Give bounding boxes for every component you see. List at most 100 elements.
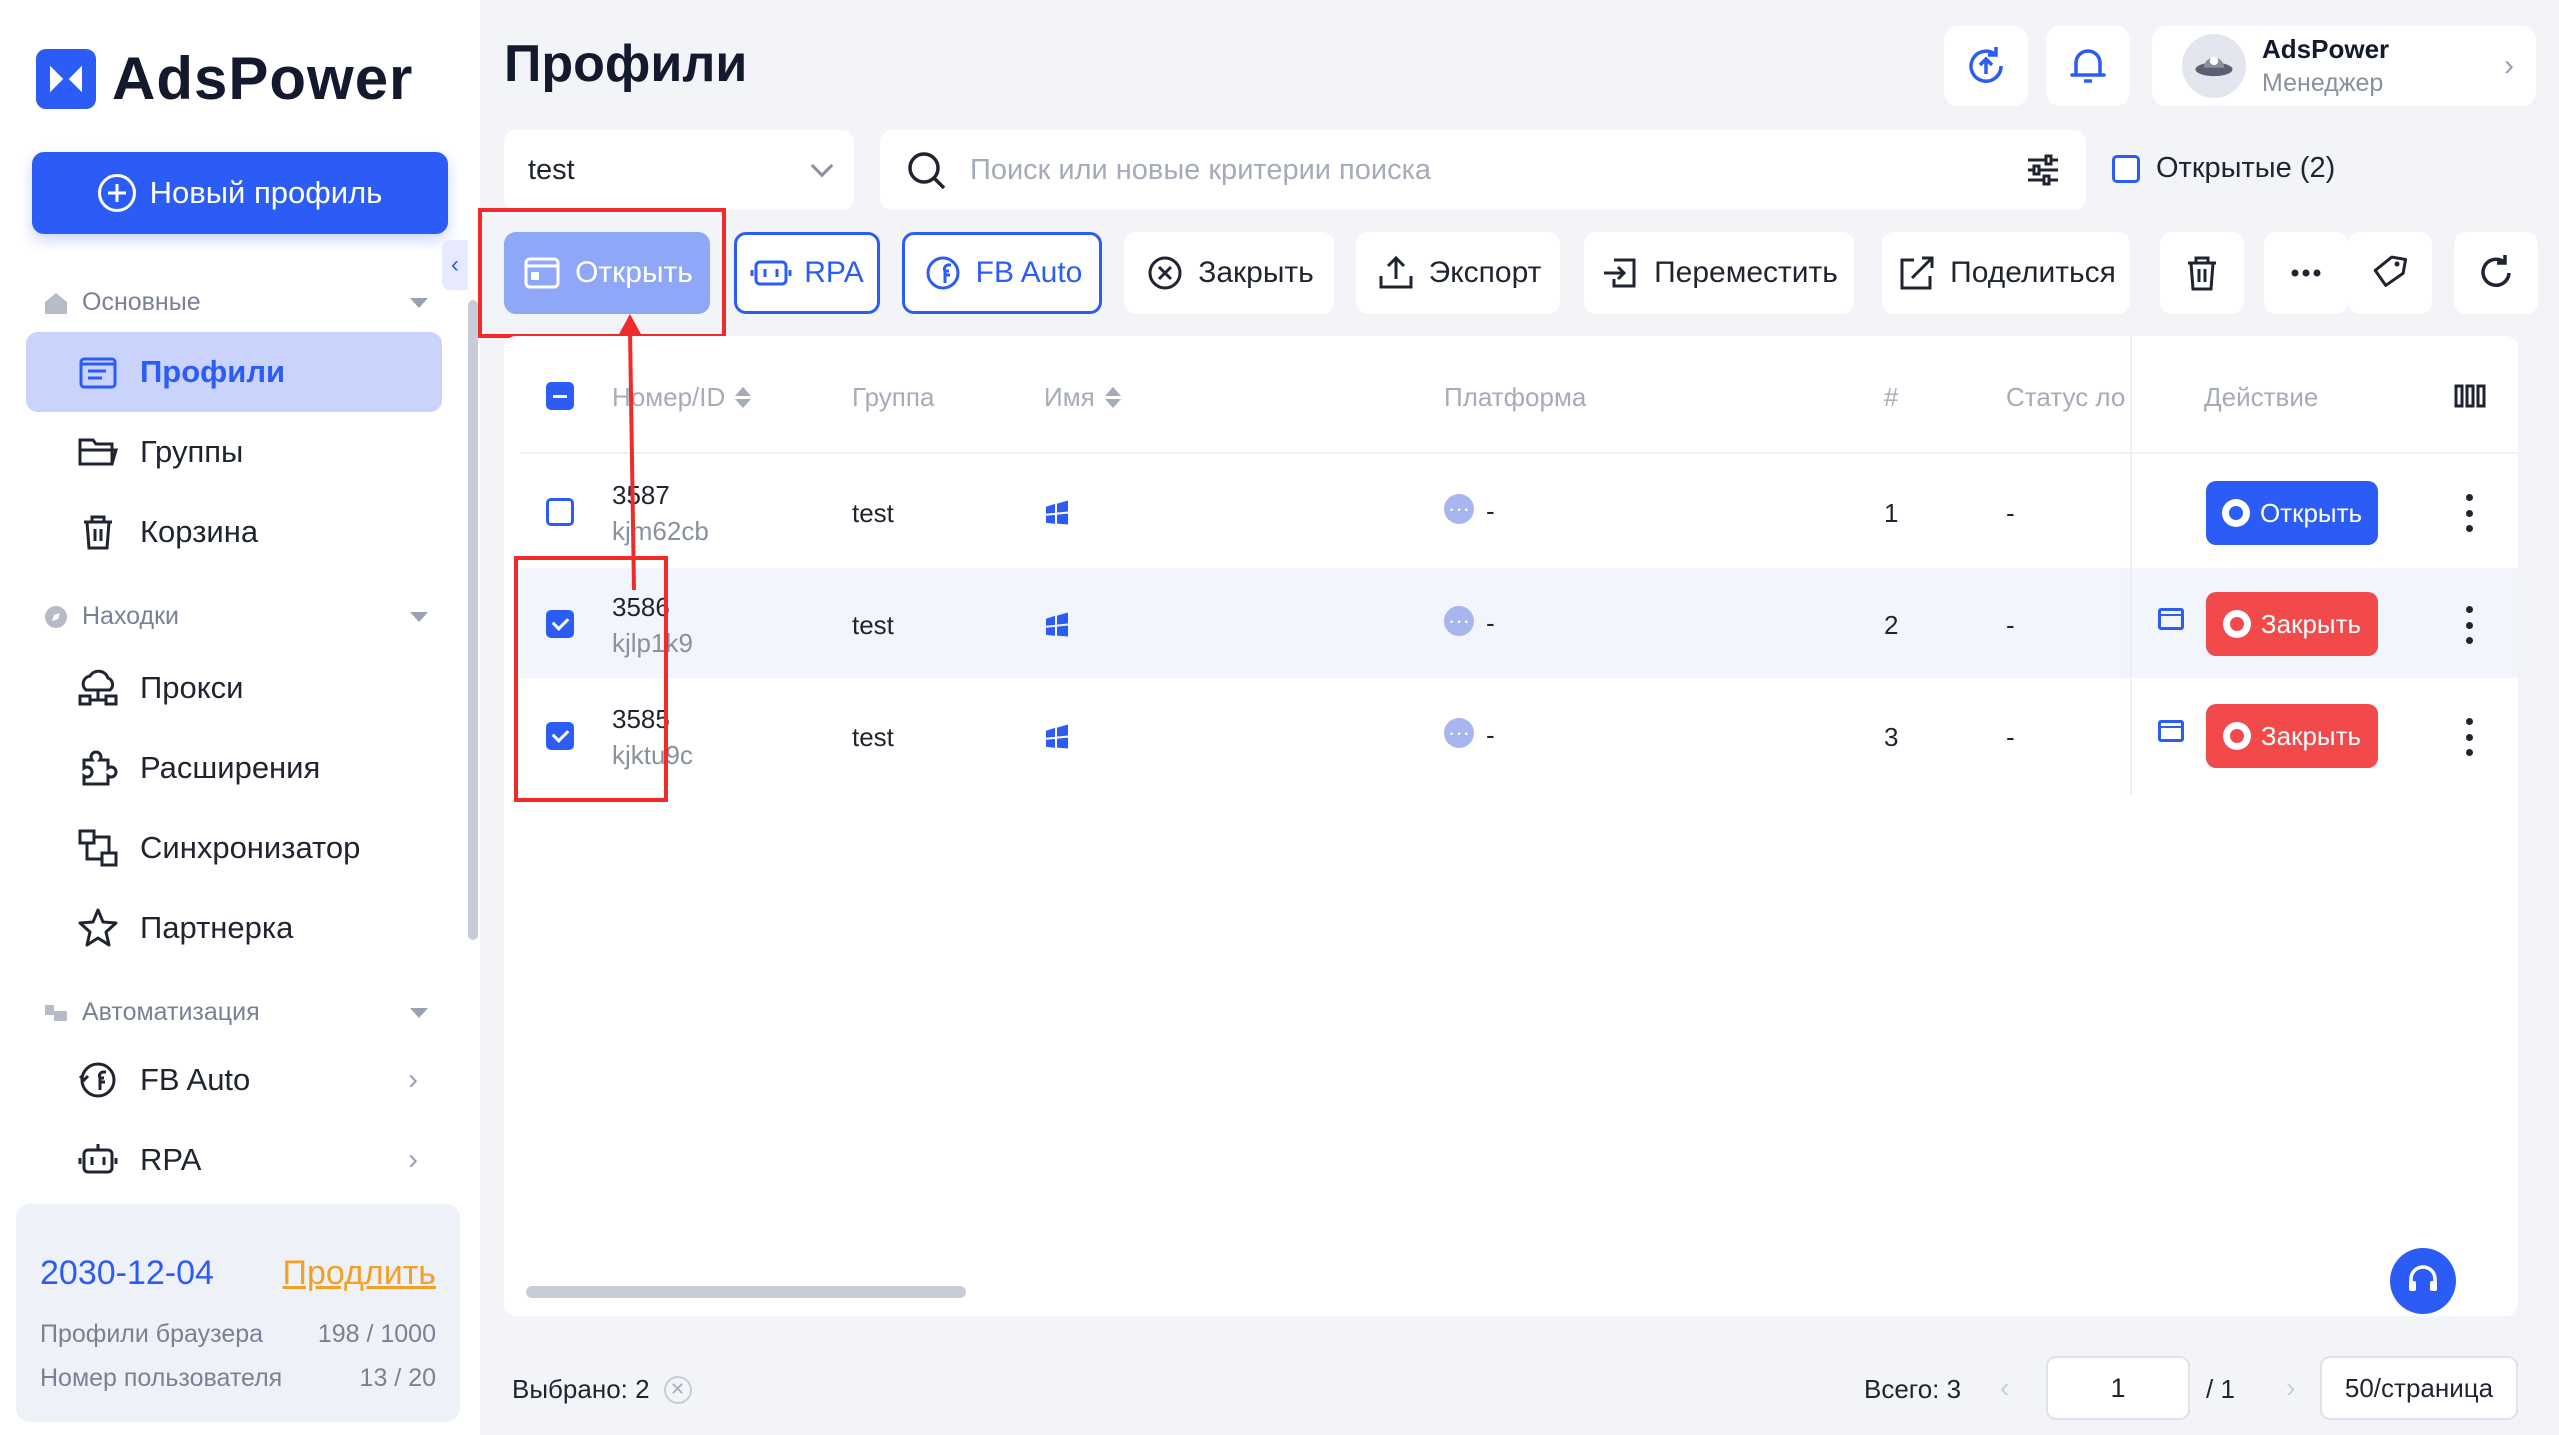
platform-more-icon: ···: [1444, 718, 1474, 748]
column-header-action: Действие: [2204, 382, 2318, 413]
open-window-icon[interactable]: [2158, 720, 2184, 742]
sidebar-item-trash[interactable]: Корзина: [26, 492, 442, 572]
per-page-label: 50/страница: [2344, 1372, 2494, 1403]
clear-selection-icon[interactable]: ✕: [663, 1375, 692, 1404]
open-window-icon[interactable]: [2158, 608, 2184, 630]
license-users-row: Номер пользователя 13 / 20: [40, 1364, 436, 1393]
column-header-name[interactable]: Имя: [1044, 382, 1121, 413]
update-button[interactable]: [1944, 26, 2028, 106]
profile-group: test: [852, 722, 894, 752]
row-more-button[interactable]: [2454, 600, 2484, 650]
section-finds[interactable]: Находки: [42, 602, 428, 631]
opened-only-checkbox[interactable]: Открытые (2): [2112, 152, 2335, 185]
sidebar-item-profiles[interactable]: Профили: [26, 332, 442, 412]
sidebar-item-partner[interactable]: Партнерка: [26, 888, 442, 968]
chevron-right-icon: ›: [408, 1143, 418, 1176]
new-profile-button[interactable]: Новый профиль: [32, 152, 448, 234]
sort-icon[interactable]: [1104, 387, 1121, 408]
move-button-label: Переместить: [1654, 256, 1838, 289]
export-upload-icon: [1379, 255, 1413, 289]
move-arrow-icon: [1604, 258, 1636, 288]
browser-icon: [2221, 499, 2250, 527]
sync-windows-icon: [78, 829, 118, 867]
checkbox[interactable]: [2112, 154, 2140, 183]
column-header-label: Группа: [852, 382, 935, 412]
chevron-right-icon: ›: [2504, 49, 2514, 82]
chevron-right-icon: ›: [408, 1063, 418, 1096]
tag-button[interactable]: [2348, 232, 2432, 314]
caret-down-icon: [410, 297, 428, 308]
section-automation[interactable]: Автоматизация: [42, 998, 428, 1027]
row-close-button[interactable]: Закрыть: [2206, 704, 2378, 768]
license-expiry-date: 2030-12-04: [40, 1254, 214, 1292]
row-open-button[interactable]: Открыть: [2206, 481, 2378, 545]
prev-page-button[interactable]: ‹: [2000, 1372, 2009, 1404]
section-main[interactable]: Основные: [42, 288, 428, 317]
sidebar-item-fb-auto[interactable]: FB Auto ›: [26, 1040, 442, 1120]
page-input[interactable]: [2046, 1356, 2190, 1420]
windows-icon: [1046, 724, 1068, 749]
checkbox[interactable]: [546, 382, 574, 410]
per-page-select[interactable]: 50/страница: [2320, 1356, 2518, 1420]
support-chat-button[interactable]: [2390, 1248, 2456, 1314]
column-header-label: Статус лог: [2006, 382, 2126, 412]
delete-button[interactable]: [2160, 232, 2244, 314]
row-more-button[interactable]: [2454, 712, 2484, 762]
header-divider: [520, 452, 2518, 454]
more-button[interactable]: [2264, 232, 2348, 314]
row-close-button[interactable]: Закрыть: [2206, 592, 2378, 656]
select-all-checkbox[interactable]: [546, 382, 574, 410]
sidebar-item-proxy[interactable]: Прокси: [26, 648, 442, 728]
facebook-auto-icon: [78, 1062, 116, 1098]
sidebar-item-rpa[interactable]: RPA ›: [26, 1120, 442, 1200]
collapse-sidebar-button[interactable]: ‹: [442, 240, 468, 290]
columns-icon: [2454, 384, 2486, 408]
sidebar-item-label: Корзина: [140, 514, 259, 549]
profile-status: -: [2006, 498, 2015, 528]
selected-count: Выбрано: 2 ✕: [512, 1374, 692, 1405]
close-button[interactable]: Закрыть: [1124, 232, 1334, 314]
renew-link[interactable]: Продлить: [283, 1254, 436, 1293]
table-horizontal-scrollbar[interactable]: [526, 1286, 966, 1298]
row-more-button[interactable]: [2454, 488, 2484, 538]
app-logo[interactable]: AdsPower: [36, 44, 413, 113]
column-settings-button[interactable]: [2454, 384, 2486, 408]
rpa-button[interactable]: RPA: [734, 232, 880, 314]
automation-icon: [45, 1004, 67, 1021]
profile-index: 2: [1884, 610, 1899, 640]
user-role: Менеджер: [2262, 69, 2384, 97]
row-checkbox[interactable]: [546, 498, 574, 531]
new-profile-label: Новый профиль: [149, 175, 383, 210]
move-button[interactable]: Переместить: [1584, 232, 1854, 314]
sidebar-scrollbar[interactable]: [468, 300, 478, 940]
fb-auto-button[interactable]: FB Auto: [902, 232, 1102, 314]
update-sync-icon: [1969, 47, 2003, 83]
user-name: AdsPower: [2262, 34, 2390, 64]
sort-icon[interactable]: [735, 387, 752, 408]
profile-platform: -: [1486, 496, 1495, 526]
robot-icon: [78, 1144, 118, 1174]
profile-status: -: [2006, 722, 2015, 752]
section-main-label: Основные: [82, 288, 201, 316]
search-input[interactable]: [970, 153, 1970, 187]
column-header-group: Группа: [852, 382, 934, 413]
sidebar-item-groups[interactable]: Группы: [26, 412, 442, 492]
group-select[interactable]: test: [504, 130, 854, 210]
refresh-icon: [2481, 255, 2511, 287]
adspower-logo-icon: [36, 48, 96, 109]
page-title: Профили: [504, 35, 748, 93]
next-page-button[interactable]: ›: [2286, 1372, 2295, 1404]
notifications-button[interactable]: [2046, 26, 2130, 106]
sidebar-item-extensions[interactable]: Расширения: [26, 728, 442, 808]
action-column-divider: [2130, 336, 2132, 796]
column-header-label: #: [1884, 382, 1899, 412]
share-button[interactable]: Поделиться: [1882, 232, 2130, 314]
export-button[interactable]: Экспорт: [1356, 232, 1560, 314]
folder-open-icon: [78, 438, 118, 466]
refresh-button[interactable]: [2454, 232, 2538, 314]
filter-sliders-icon[interactable]: [2024, 151, 2062, 189]
user-menu[interactable]: AdsPower Менеджер ›: [2152, 26, 2536, 106]
checkbox[interactable]: [546, 498, 574, 526]
sidebar-item-sync[interactable]: Синхронизатор: [26, 808, 442, 888]
profile-platform: -: [1486, 720, 1495, 750]
